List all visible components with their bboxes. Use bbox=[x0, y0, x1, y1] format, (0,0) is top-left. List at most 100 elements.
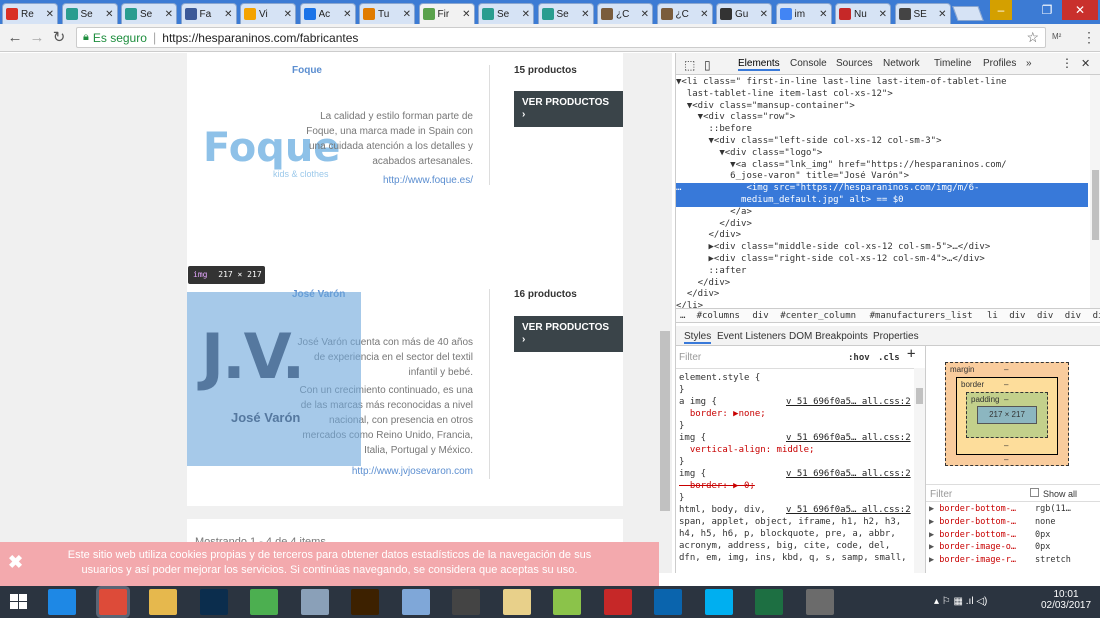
expand-arrow-icon[interactable]: ▶ bbox=[929, 504, 934, 514]
computed-row[interactable]: ▶ border-image-r… stretch bbox=[929, 555, 1099, 567]
tab-close-icon[interactable]: ✕ bbox=[46, 9, 54, 20]
dom-node-line[interactable]: </div> bbox=[676, 278, 1088, 290]
reload-icon[interactable]: ↻ bbox=[50, 29, 68, 47]
browser-tab[interactable]: SE ✕ bbox=[894, 3, 951, 24]
filezilla-icon[interactable] bbox=[603, 589, 632, 615]
style-rule-line[interactable]: border: ▶ 0; bbox=[679, 480, 755, 492]
gimp-icon[interactable] bbox=[805, 589, 834, 615]
inspect-element-icon[interactable]: ⬚ bbox=[684, 58, 695, 72]
tab-more[interactable]: » bbox=[1026, 58, 1032, 69]
inkscape-icon[interactable] bbox=[452, 589, 480, 615]
tab-close-icon[interactable]: ✕ bbox=[938, 9, 946, 20]
dom-node-line[interactable]: ▼<div class="row"> bbox=[676, 112, 1088, 124]
style-rule-line[interactable]: } bbox=[679, 456, 684, 468]
style-source-link[interactable]: v 51 696f0a5… all.css:2 bbox=[786, 432, 911, 444]
notepadpp-icon[interactable] bbox=[553, 589, 581, 615]
internet-explorer-icon[interactable] bbox=[48, 589, 76, 615]
styles-scrollbar[interactable] bbox=[914, 368, 925, 573]
calculator-icon[interactable] bbox=[300, 589, 329, 615]
dom-scrollbar[interactable] bbox=[1090, 75, 1100, 308]
box-padding[interactable]: padding – 217 × 217 bbox=[966, 392, 1048, 438]
tab-close-icon[interactable]: ✕ bbox=[700, 9, 708, 20]
omnibox[interactable]: 🔒︎ Es seguro | https://hesparaninos.com/… bbox=[76, 27, 1046, 48]
computed-row[interactable]: ▶ border-bottom-… none bbox=[929, 517, 1099, 529]
breadcrumb-item[interactable]: div bbox=[1009, 311, 1025, 321]
browser-tab[interactable]: ¿C ✕ bbox=[597, 3, 653, 24]
style-rule-line[interactable]: dfn, em, img, ins, kbd, q, s, samp, smal… bbox=[679, 552, 907, 564]
outlook-icon[interactable] bbox=[654, 589, 682, 615]
browser-tab[interactable]: Re ✕ bbox=[2, 3, 58, 24]
box-border[interactable]: border – padding – 217 × 217 – bbox=[956, 377, 1058, 455]
dom-node-line[interactable]: 6_jose-varon" title="José Varón"> bbox=[676, 171, 1088, 183]
box-content[interactable]: 217 × 217 bbox=[977, 406, 1037, 424]
browser-tab[interactable]: Se ✕ bbox=[478, 3, 534, 24]
brand-name[interactable]: Foque bbox=[292, 65, 322, 76]
dom-node-line[interactable]: ▼<li class=" first-in-line last-line las… bbox=[676, 77, 1088, 89]
view-products-button[interactable]: VER PRODUCTOS › bbox=[514, 316, 623, 352]
subtab-dom-breakpoints[interactable]: DOM Breakpoints bbox=[789, 331, 868, 342]
extension-icon[interactable]: M² bbox=[1052, 32, 1061, 41]
style-source-link[interactable]: v 51 696f0a5… all.css:2 bbox=[786, 504, 911, 516]
scrollbar-thumb[interactable] bbox=[916, 388, 923, 404]
tab-close-icon[interactable]: ✕ bbox=[879, 9, 887, 20]
expand-arrow-icon[interactable]: ▶ bbox=[929, 517, 934, 527]
style-rule-line[interactable]: } bbox=[679, 492, 684, 504]
tab-sources[interactable]: Sources bbox=[836, 58, 873, 69]
breadcrumb-item[interactable]: #center_column bbox=[780, 311, 856, 321]
tab-close-icon[interactable]: ✕ bbox=[343, 9, 351, 20]
dom-node-line[interactable]: </li> bbox=[676, 301, 1088, 308]
tab-close-icon[interactable]: ✕ bbox=[641, 9, 649, 20]
style-rule-line[interactable]: } bbox=[679, 420, 684, 432]
browser-tab[interactable]: Fir ✕ bbox=[418, 3, 475, 24]
chrome-icon[interactable] bbox=[98, 589, 127, 615]
app-green-icon[interactable] bbox=[250, 589, 278, 615]
tab-network[interactable]: Network bbox=[883, 58, 920, 69]
scrollbar-thumb[interactable] bbox=[660, 331, 670, 511]
style-rule-line[interactable]: h4, h5, h6, p, blockquote, pre, a, abbr, bbox=[679, 528, 896, 540]
close-window-button[interactable]: ✕ bbox=[1062, 0, 1098, 20]
dom-node-line[interactable]: ▼<div class="left-side col-xs-12 col-sm-… bbox=[676, 136, 1088, 148]
style-rule-line[interactable]: a img { bbox=[679, 396, 717, 408]
expand-arrow-icon[interactable]: ▶ bbox=[929, 530, 934, 540]
forward-arrow-icon[interactable]: → bbox=[28, 29, 46, 47]
styles-filter-input[interactable]: Filter bbox=[679, 352, 701, 364]
style-rule-line[interactable]: element.style { bbox=[679, 372, 760, 384]
computed-filter-input[interactable]: Filter bbox=[930, 489, 952, 500]
close-icon[interactable]: ✖ bbox=[8, 553, 23, 571]
new-tab-button[interactable] bbox=[952, 6, 984, 21]
tab-close-icon[interactable]: ✕ bbox=[284, 9, 292, 20]
expand-arrow-icon[interactable]: ▶ bbox=[929, 555, 934, 565]
dom-node-line[interactable]: … <img src="https://hesparaninos.com/img… bbox=[676, 183, 1088, 196]
breadcrumb-item[interactable]: div bbox=[1093, 311, 1100, 321]
view-products-button[interactable]: VER PRODUCTOS › bbox=[514, 91, 623, 127]
devtools-menu-icon[interactable]: ⋮ bbox=[1061, 56, 1073, 70]
expand-arrow-icon[interactable]: ▶ bbox=[929, 542, 934, 552]
dom-node-line[interactable]: </div> bbox=[676, 219, 1088, 231]
style-rule-line[interactable]: span, applet, object, iframe, h1, h2, h3… bbox=[679, 516, 901, 528]
dom-node-line[interactable]: last-tablet-line item-last col-xs-12"> bbox=[676, 89, 1088, 101]
maximize-button[interactable]: ❐ bbox=[1036, 0, 1058, 20]
dom-tree[interactable]: ▼<li class=" first-in-line last-line las… bbox=[676, 75, 1100, 308]
breadcrumb-item[interactable]: div bbox=[1065, 311, 1081, 321]
tab-close-icon[interactable]: ✕ bbox=[165, 9, 173, 20]
dom-node-line[interactable]: ::after bbox=[676, 266, 1088, 278]
style-rule-line[interactable]: border: ▶none; bbox=[679, 408, 766, 420]
tray-icons[interactable]: ▴ ⚐ ▦ .ıl ◁) bbox=[934, 596, 987, 607]
dom-node-line[interactable]: </a> bbox=[676, 207, 1088, 219]
browser-tab[interactable]: Vi ✕ bbox=[240, 3, 296, 24]
browser-tab[interactable]: Se ✕ bbox=[121, 3, 177, 24]
tab-console[interactable]: Console bbox=[790, 58, 827, 69]
tab-close-icon[interactable]: ✕ bbox=[105, 9, 113, 20]
dom-node-line[interactable]: </div> bbox=[676, 289, 1088, 301]
browser-tab[interactable]: Fa ✕ bbox=[180, 3, 237, 24]
style-rule-line[interactable]: vertical-align: middle; bbox=[679, 444, 815, 456]
style-rule-line[interactable]: } bbox=[679, 384, 684, 396]
dom-node-line[interactable]: medium_default.jpg" alt> == $0 bbox=[676, 195, 1088, 207]
browser-tab[interactable]: Ac ✕ bbox=[299, 3, 356, 24]
browser-tab[interactable]: Se ✕ bbox=[61, 3, 118, 24]
style-source-link[interactable]: v 51 696f0a5… all.css:2 bbox=[786, 396, 911, 408]
dom-node-line[interactable]: ▶<div class="right-side col-xs-12 col-sm… bbox=[676, 254, 1088, 266]
tab-close-icon[interactable]: ✕ bbox=[462, 9, 470, 20]
subtab-styles[interactable]: Styles bbox=[684, 331, 712, 344]
photoshop-icon[interactable] bbox=[199, 589, 228, 615]
